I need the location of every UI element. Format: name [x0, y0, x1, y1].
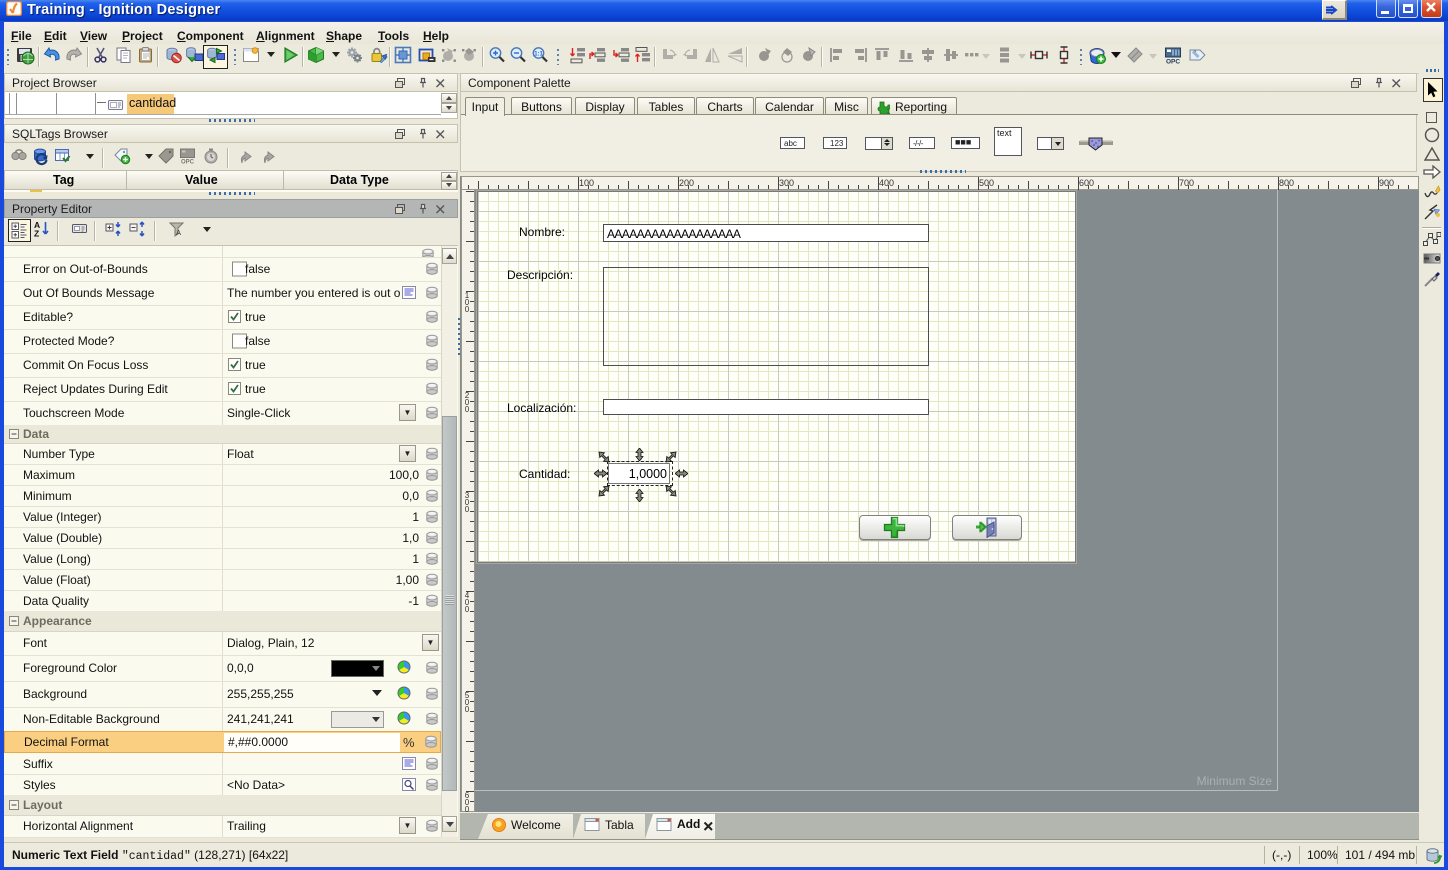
svg-text:A: A: [176, 228, 181, 237]
svg-text:OPC: OPC: [1166, 59, 1180, 66]
svg-text:Z: Z: [34, 229, 39, 239]
svg-text:1:1: 1:1: [534, 52, 543, 58]
svg-text:OPC: OPC: [181, 160, 195, 166]
